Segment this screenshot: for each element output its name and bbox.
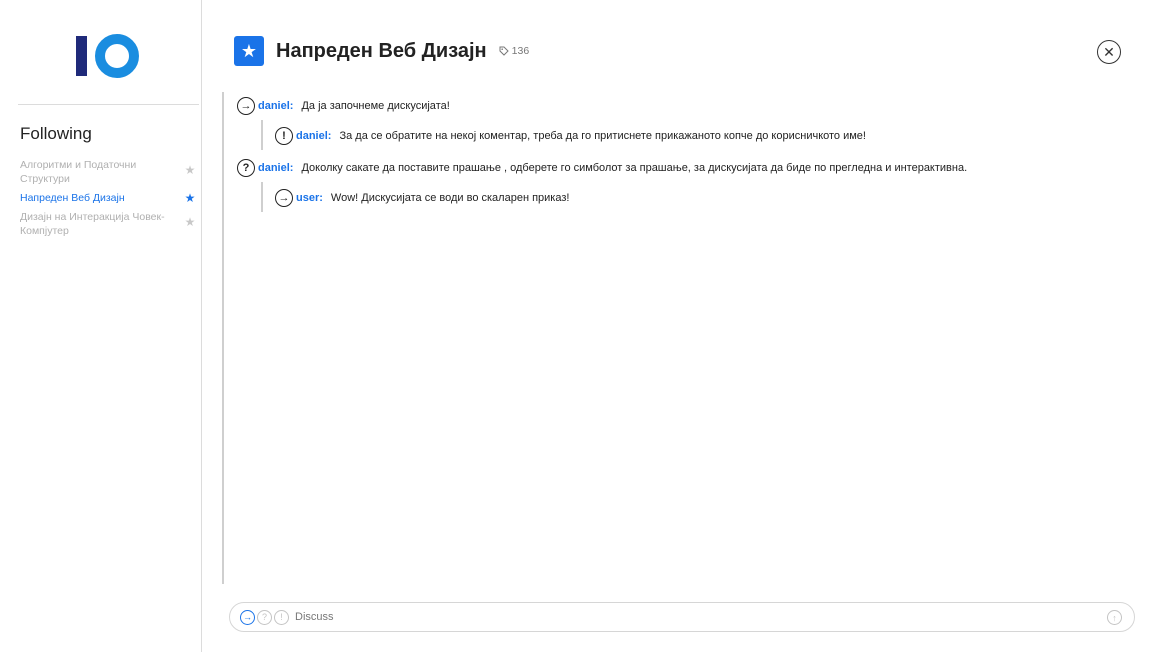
message: → daniel: Да ја започнеме дискусијата! [237, 96, 450, 116]
logo-letter-i [76, 36, 87, 76]
statement-type-icon[interactable]: → [240, 609, 255, 625]
message-author[interactable]: user: [296, 192, 323, 204]
message-author[interactable]: daniel: [258, 100, 293, 112]
favorite-star-icon[interactable]: ★ [234, 36, 264, 66]
page-title: Напреден Веб Дизајн [276, 39, 487, 62]
message-text: Wow! Дискусијата се води во скаларен при… [330, 192, 570, 204]
discuss-composer: → ? ! ↑ [229, 602, 1135, 632]
tag-count-value: 136 [511, 45, 530, 57]
message-author[interactable]: daniel: [296, 130, 331, 142]
tag-count: 136 [499, 45, 530, 57]
star-icon[interactable]: ★ [182, 215, 198, 229]
arrow-right-icon[interactable]: → [237, 97, 255, 115]
send-icon[interactable]: ↑ [1107, 610, 1122, 625]
arrow-right-icon[interactable]: → [275, 189, 293, 207]
reply-line [261, 182, 263, 212]
question-icon[interactable]: ? [237, 159, 255, 177]
message-author[interactable]: daniel: [258, 162, 293, 174]
question-type-icon[interactable]: ? [257, 609, 272, 625]
star-icon[interactable]: ★ [182, 163, 198, 177]
reply-line [261, 120, 263, 150]
course-item-hci[interactable]: Дизајн на Интеракција Човек-Компјутер ★ [20, 210, 198, 238]
discussion-thread: → daniel: Да ја започнеме дискусијата! !… [222, 92, 1122, 584]
important-type-icon[interactable]: ! [274, 609, 289, 625]
message: ! daniel: За да се обратите на некој ком… [275, 126, 866, 146]
page-header: ★ Напреден Веб Дизајн 136 [234, 36, 529, 66]
course-item-algorithms[interactable]: Алгоритми и Податочни Структури ★ [20, 158, 198, 186]
course-list: Алгоритми и Податочни Структури ★ Напред… [20, 158, 198, 243]
message-text: Доколку сакате да поставите прашање , од… [301, 162, 968, 174]
message-text: Да ја започнеме дискусијата! [301, 100, 450, 112]
logo-letter-o [95, 34, 139, 78]
message: → user: Wow! Дискусијата се води во скал… [275, 188, 569, 208]
course-label: Дизајн на Интеракција Човек-Компјутер [20, 211, 165, 237]
app-logo[interactable] [70, 28, 150, 80]
tag-icon [499, 46, 509, 56]
sidebar: Following Алгоритми и Податочни Структур… [8, 0, 202, 652]
message-text: За да се обратите на некој коментар, тре… [339, 130, 866, 142]
star-icon[interactable]: ★ [182, 191, 198, 205]
exclamation-icon[interactable]: ! [275, 127, 293, 145]
discuss-input[interactable] [295, 611, 1015, 623]
message: ? daniel: Доколку сакате да поставите пр… [237, 158, 967, 178]
course-label: Алгоритми и Податочни Структури [20, 159, 137, 185]
course-item-web-design[interactable]: Напреден Веб Дизајн ★ [20, 191, 198, 205]
course-label: Напреден Веб Дизајн [20, 192, 125, 204]
sidebar-divider [18, 104, 199, 105]
following-title: Following [20, 124, 92, 143]
close-icon[interactable]: ✕ [1097, 40, 1121, 64]
